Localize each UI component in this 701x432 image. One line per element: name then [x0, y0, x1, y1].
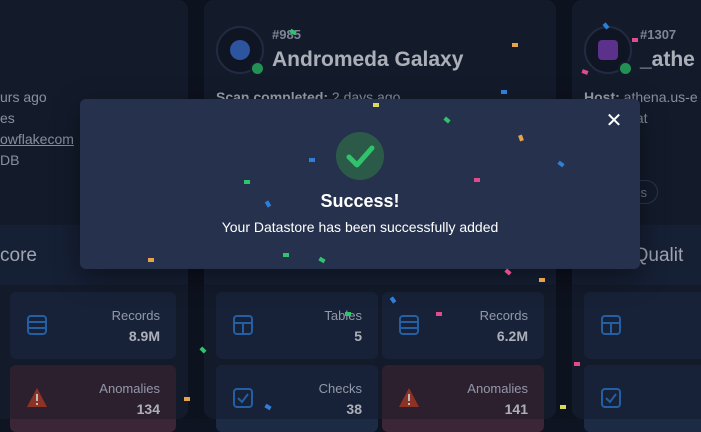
confetti-piece [574, 362, 580, 366]
confetti-piece [501, 90, 507, 94]
success-modal: ✕ Success! Your Datastore has been succe… [80, 99, 640, 269]
confetti-piece [373, 103, 379, 107]
confetti-piece [436, 312, 442, 316]
modal-title: Success! [320, 191, 400, 211]
confetti-piece [345, 312, 351, 316]
modal-message: Your Datastore has been successfully add… [221, 219, 499, 235]
confetti-piece [184, 397, 190, 401]
confetti-piece [474, 178, 480, 182]
confetti-piece [283, 253, 289, 257]
confetti-piece [539, 278, 545, 282]
success-check-icon [336, 132, 384, 180]
confetti-piece [560, 405, 566, 409]
checkmark-icon [346, 145, 375, 168]
confetti-piece [632, 38, 638, 42]
confetti-piece [148, 258, 154, 262]
confetti-piece [309, 158, 315, 162]
confetti-piece [512, 43, 518, 47]
close-button[interactable]: ✕ [604, 111, 624, 131]
confetti-piece [244, 180, 250, 184]
